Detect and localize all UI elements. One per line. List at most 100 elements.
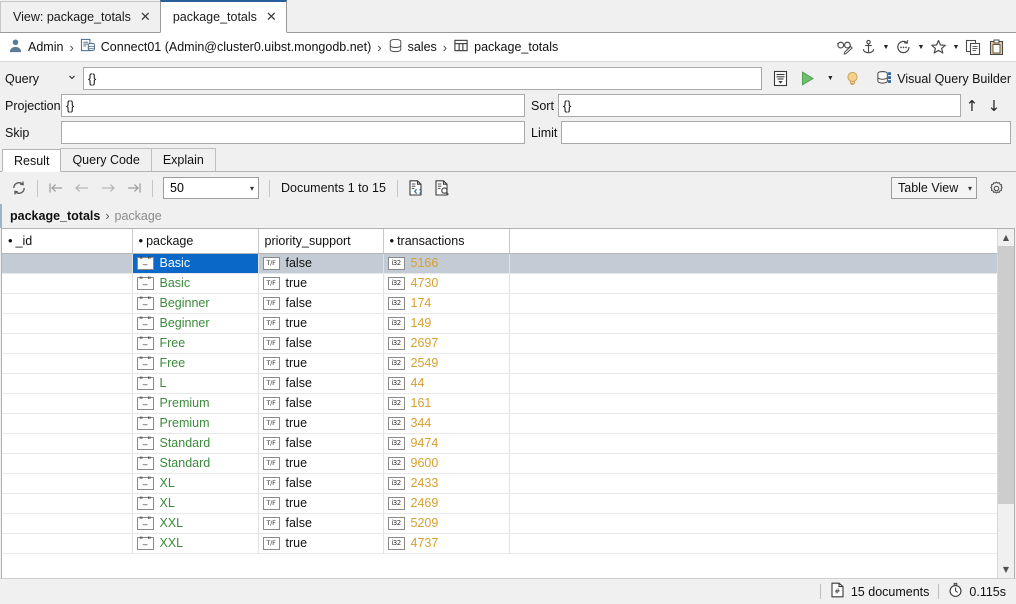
cell-priority-support[interactable]: T/F false (258, 373, 384, 394)
cell-priority-support[interactable]: T/F true (258, 273, 384, 294)
cell-transactions[interactable]: i32 174 (383, 293, 510, 314)
tab-explain[interactable]: Explain (150, 148, 216, 171)
table-row[interactable]: "_" XL T/F false i32 2433 (2, 473, 997, 494)
cell-id[interactable] (2, 413, 133, 434)
table-path-root[interactable]: package_totals (10, 209, 100, 223)
vertical-scrollbar[interactable]: ▲ ▼ (997, 229, 1014, 578)
cell-priority-support[interactable]: T/F true (258, 413, 384, 434)
document-search-icon[interactable] (429, 175, 455, 201)
cell-priority-support[interactable]: T/F true (258, 453, 384, 474)
cell-transactions[interactable]: i32 44 (383, 373, 510, 394)
chevron-down-icon[interactable] (950, 36, 962, 58)
cell-id[interactable] (2, 353, 133, 374)
copy-icon[interactable] (962, 36, 985, 58)
cell-transactions[interactable]: i32 2469 (383, 493, 510, 514)
cell-transactions[interactable]: i32 2433 (383, 473, 510, 494)
cell-package[interactable]: "_" Free (132, 353, 259, 374)
scroll-down-icon[interactable]: ▼ (998, 561, 1014, 578)
view-mode-select[interactable]: Table View ▾ (891, 177, 977, 199)
query-history-icon[interactable] (768, 68, 792, 90)
table-row[interactable]: "_" XL T/F true i32 2469 (2, 493, 997, 514)
table-row[interactable]: "_" XXL T/F false i32 5209 (2, 513, 997, 534)
table-row[interactable]: "_" Beginner T/F false i32 174 (2, 293, 997, 314)
cell-transactions[interactable]: i32 5166 (383, 253, 510, 274)
cell-id[interactable] (2, 433, 133, 454)
nav-last-icon[interactable] (121, 175, 147, 201)
scroll-track[interactable] (998, 246, 1014, 561)
glasses-edit-icon[interactable] (834, 36, 857, 58)
page-size-select[interactable]: 50 ▾ (163, 177, 259, 199)
cell-package[interactable]: "_" Basic (132, 253, 259, 274)
column-header-priority-support[interactable]: priority_support (258, 229, 384, 254)
run-options-chevron-icon[interactable] (822, 68, 838, 90)
cell-package[interactable]: "_" XXL (132, 513, 259, 534)
cell-package[interactable]: "_" Free (132, 333, 259, 354)
projection-input[interactable]: {} (61, 94, 525, 117)
breadcrumb-user[interactable]: Admin (28, 40, 63, 54)
gear-icon[interactable] (983, 175, 1009, 201)
cell-transactions[interactable]: i32 9600 (383, 453, 510, 474)
cell-id[interactable] (2, 493, 133, 514)
query-expand-chevron-icon[interactable] (61, 70, 83, 87)
table-row[interactable]: "_" Premium T/F false i32 161 (2, 393, 997, 414)
cell-id[interactable] (2, 473, 133, 494)
column-header-transactions[interactable]: • transactions (383, 229, 510, 254)
query-input[interactable]: {} (83, 67, 763, 90)
cell-package[interactable]: "_" Standard (132, 433, 259, 454)
table-row[interactable]: "_" Standard T/F false i32 9474 (2, 433, 997, 454)
cell-transactions[interactable]: i32 149 (383, 313, 510, 334)
cell-transactions[interactable]: i32 4730 (383, 273, 510, 294)
cell-priority-support[interactable]: T/F false (258, 433, 384, 454)
history-clock-icon[interactable] (892, 36, 915, 58)
close-icon[interactable]: ✕ (140, 11, 151, 24)
nav-first-icon[interactable] (43, 175, 69, 201)
cell-package[interactable]: "_" Beginner (132, 313, 259, 334)
cell-id[interactable] (2, 293, 133, 314)
nav-next-icon[interactable] (95, 175, 121, 201)
cell-priority-support[interactable]: T/F false (258, 473, 384, 494)
tab-package-totals[interactable]: package_totals ✕ (159, 0, 287, 33)
cell-transactions[interactable]: i32 344 (383, 413, 510, 434)
table-row[interactable]: "_" Standard T/F true i32 9600 (2, 453, 997, 474)
cell-id[interactable] (2, 313, 133, 334)
cell-package[interactable]: "_" Basic (132, 273, 259, 294)
sort-input[interactable]: {} (557, 94, 961, 117)
cell-id[interactable] (2, 393, 133, 414)
cell-priority-support[interactable]: T/F true (258, 493, 384, 514)
cell-transactions[interactable]: i32 5209 (383, 513, 510, 534)
skip-input[interactable] (61, 121, 525, 144)
close-icon[interactable]: ✕ (266, 11, 277, 24)
cell-id[interactable] (2, 373, 133, 394)
tab-view-package-totals[interactable]: View: package_totals ✕ (0, 1, 161, 32)
cell-id[interactable] (2, 253, 133, 274)
cell-package[interactable]: "_" XL (132, 493, 259, 514)
cell-priority-support[interactable]: T/F true (258, 533, 384, 554)
tab-result[interactable]: Result (2, 149, 62, 172)
breadcrumb-database[interactable]: sales (408, 40, 437, 54)
cell-package[interactable]: "_" XL (132, 473, 259, 494)
sort-ascending-icon[interactable]: ↑ (961, 97, 983, 115)
cell-priority-support[interactable]: T/F false (258, 253, 384, 274)
nav-prev-icon[interactable] (69, 175, 95, 201)
table-row[interactable]: "_" Basic T/F true i32 4730 (2, 273, 997, 294)
cell-package[interactable]: "_" XXL (132, 533, 259, 554)
sort-descending-icon[interactable]: ↓ (983, 97, 1005, 115)
chevron-down-icon[interactable] (915, 36, 927, 58)
table-row[interactable]: "_" Beginner T/F true i32 149 (2, 313, 997, 334)
refresh-icon[interactable] (6, 175, 32, 201)
cell-transactions[interactable]: i32 2549 (383, 353, 510, 374)
cell-id[interactable] (2, 273, 133, 294)
cell-transactions[interactable]: i32 2697 (383, 333, 510, 354)
cell-priority-support[interactable]: T/F false (258, 333, 384, 354)
cell-package[interactable]: "_" Beginner (132, 293, 259, 314)
table-path-child[interactable]: package (115, 209, 162, 223)
paste-icon[interactable] (985, 36, 1008, 58)
cell-priority-support[interactable]: T/F false (258, 393, 384, 414)
visual-query-builder-button[interactable]: Visual Query Builder (866, 70, 1011, 88)
column-header-id[interactable]: • _id (2, 229, 133, 254)
scroll-thumb[interactable] (998, 246, 1014, 505)
breadcrumb-connection[interactable]: Connect01 (Admin@cluster0.uibst.mongodb.… (101, 40, 371, 54)
table-row[interactable]: "_" Free T/F false i32 2697 (2, 333, 997, 354)
cell-priority-support[interactable]: T/F true (258, 313, 384, 334)
cell-priority-support[interactable]: T/F false (258, 513, 384, 534)
